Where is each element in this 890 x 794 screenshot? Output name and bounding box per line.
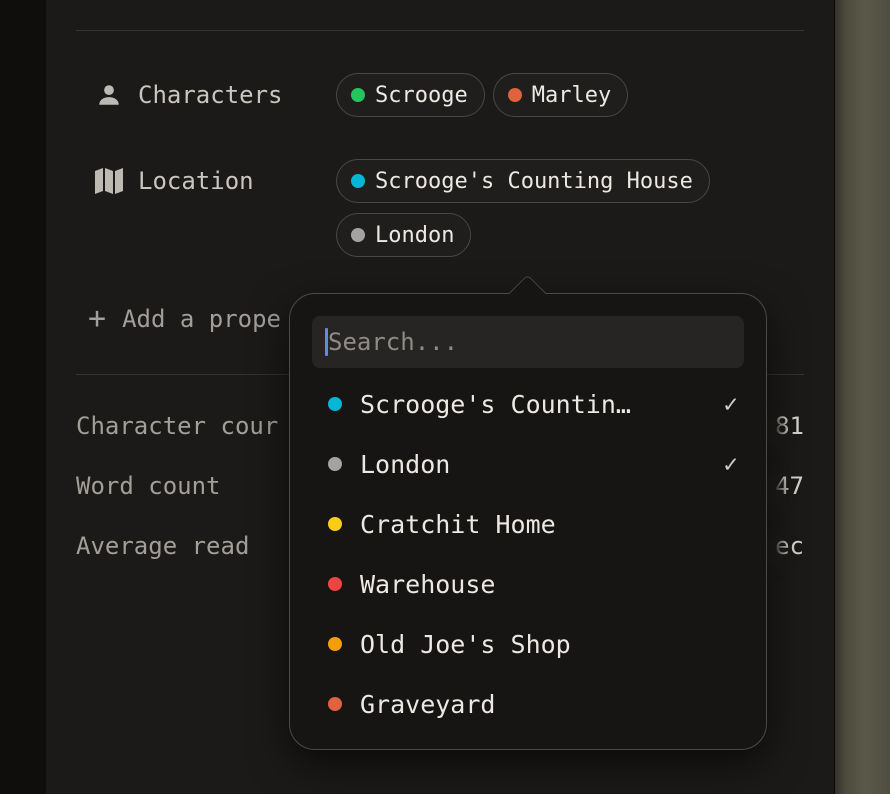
chip-london[interactable]: London xyxy=(336,213,472,257)
option-scrooges-counting-house[interactable]: Scrooge's Countin… ✓ xyxy=(328,374,738,434)
chip-label: Marley xyxy=(531,82,612,108)
stat-label: Average read xyxy=(76,532,250,560)
location-chip-list: Scrooge's Counting House London xyxy=(336,159,756,257)
property-characters: Characters Scrooge Marley xyxy=(76,73,756,117)
option-label: Scrooge's Countin… xyxy=(360,389,631,419)
color-dot xyxy=(328,517,342,531)
checkmark-icon: ✓ xyxy=(723,390,738,418)
chip-scrooge[interactable]: Scrooge xyxy=(336,73,485,117)
color-dot xyxy=(507,88,522,102)
color-dot xyxy=(328,637,342,651)
chip-scrooges-counting-house[interactable]: Scrooge's Counting House xyxy=(336,159,710,203)
checkmark-icon: ✓ xyxy=(723,450,738,478)
property-label-characters[interactable]: Characters xyxy=(76,73,336,117)
plus-icon: + xyxy=(88,301,107,336)
add-property-label: Add a prope xyxy=(122,305,282,333)
chip-label: Scrooge xyxy=(375,82,468,108)
option-graveyard[interactable]: Graveyard xyxy=(328,674,738,734)
option-london[interactable]: London ✓ xyxy=(328,434,738,494)
option-warehouse[interactable]: Warehouse xyxy=(328,554,738,614)
option-label: Cratchit Home xyxy=(360,509,556,539)
map-icon xyxy=(94,166,124,196)
characters-chip-list: Scrooge Marley xyxy=(336,73,756,117)
property-name: Characters xyxy=(138,81,283,109)
stat-value: ec xyxy=(641,532,804,566)
option-label: Old Joe's Shop xyxy=(360,629,571,659)
color-dot xyxy=(328,457,342,471)
option-cratchit-home[interactable]: Cratchit Home xyxy=(328,494,738,554)
option-old-joes-shop[interactable]: Old Joe's Shop xyxy=(328,614,738,674)
add-property-button[interactable]: + Add a prope xyxy=(88,304,281,334)
person-icon xyxy=(94,80,124,110)
color-dot xyxy=(328,577,342,591)
stat-value: 81 xyxy=(641,412,804,446)
color-dot xyxy=(351,88,365,102)
stat-label: Word count xyxy=(76,472,221,500)
color-dot xyxy=(328,697,342,711)
color-dot xyxy=(351,174,365,188)
chip-label: Scrooge's Counting House xyxy=(375,168,693,194)
option-label: London xyxy=(360,449,451,479)
property-name: Location xyxy=(138,167,254,195)
search-field[interactable] xyxy=(312,316,744,368)
sidebar-edge xyxy=(0,0,47,794)
search-input[interactable] xyxy=(326,327,744,357)
property-label-location[interactable]: Location xyxy=(76,159,336,203)
color-dot xyxy=(328,397,342,411)
chip-label: London xyxy=(375,222,455,248)
background-edge xyxy=(834,0,890,794)
property-location: Location Scrooge's Counting House London xyxy=(76,159,756,257)
chip-marley[interactable]: Marley xyxy=(492,73,629,117)
option-label: Warehouse xyxy=(360,569,496,599)
option-label: Graveyard xyxy=(360,689,496,719)
top-divider xyxy=(76,30,804,31)
stat-label: Character cour xyxy=(76,412,279,440)
color-dot xyxy=(351,228,365,242)
location-dropdown: Scrooge's Countin… ✓ London ✓ Cratchit H… xyxy=(289,274,767,750)
stat-value: 47 xyxy=(641,472,804,506)
text-cursor xyxy=(325,328,328,356)
